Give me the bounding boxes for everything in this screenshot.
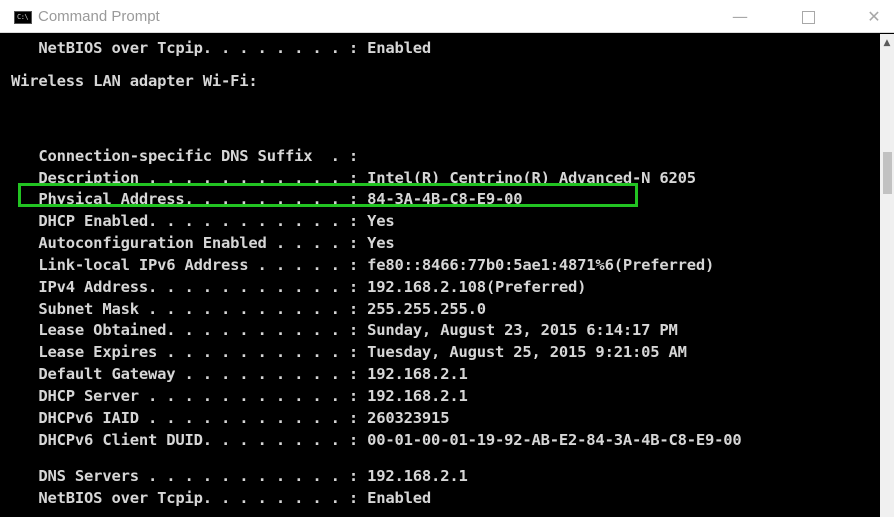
console-line: NetBIOS over Tcpip. . . . . . . . : Enab… [11,39,432,57]
command-prompt-window: C:\ Command Prompt — ✕ NetBIOS over Tcpi… [0,0,894,517]
maximize-icon [801,11,815,24]
close-icon: ✕ [867,7,881,26]
console-line: Subnet Mask . . . . . . . . . . . : 255.… [11,300,486,318]
console-line: Lease Obtained. . . . . . . . . . : Sund… [11,321,678,339]
window-title: Command Prompt [38,8,160,25]
console-line: Autoconfiguration Enabled . . . . : Yes [11,234,395,252]
console-line: DHCPv6 IAID . . . . . . . . . . . : 2603… [11,409,450,427]
console-line: NetBIOS over Tcpip. . . . . . . . : Enab… [11,489,432,507]
minimize-icon: — [732,7,748,26]
console-line: DHCP Server . . . . . . . . . . . : 192.… [11,387,468,405]
console-line: Link-local IPv6 Address . . . . . : fe80… [11,256,715,274]
title-bar[interactable]: C:\ Command Prompt — ✕ [0,0,894,33]
console-output[interactable]: NetBIOS over Tcpip. . . . . . . . : Enab… [0,34,880,517]
console-line: DHCPv6 Client DUID. . . . . . . . : 00-0… [11,431,742,449]
vertical-scrollbar[interactable]: ▲ [880,34,894,517]
close-button[interactable]: ✕ [852,0,894,33]
physical-address-highlight-box [18,183,638,207]
console-line: Wireless LAN adapter Wi-Fi: [11,72,258,90]
console-line: DHCP Enabled. . . . . . . . . . . : Yes [11,212,395,230]
command-prompt-icon[interactable]: C:\ [14,11,32,24]
maximize-button[interactable] [786,0,830,33]
scroll-up-arrow-icon[interactable]: ▲ [880,34,894,52]
scrollbar-thumb[interactable] [883,152,892,194]
app-icon-text: C:\ [17,13,29,21]
console-line: DNS Servers . . . . . . . . . . . : 192.… [11,467,468,485]
console-line: Lease Expires . . . . . . . . . . : Tues… [11,343,687,361]
console-line: Connection-specific DNS Suffix . : [11,147,359,165]
console-line: Default Gateway . . . . . . . . . : 192.… [11,365,468,383]
minimize-button[interactable]: — [718,0,762,33]
console-line: IPv4 Address. . . . . . . . . . . : 192.… [11,278,587,296]
